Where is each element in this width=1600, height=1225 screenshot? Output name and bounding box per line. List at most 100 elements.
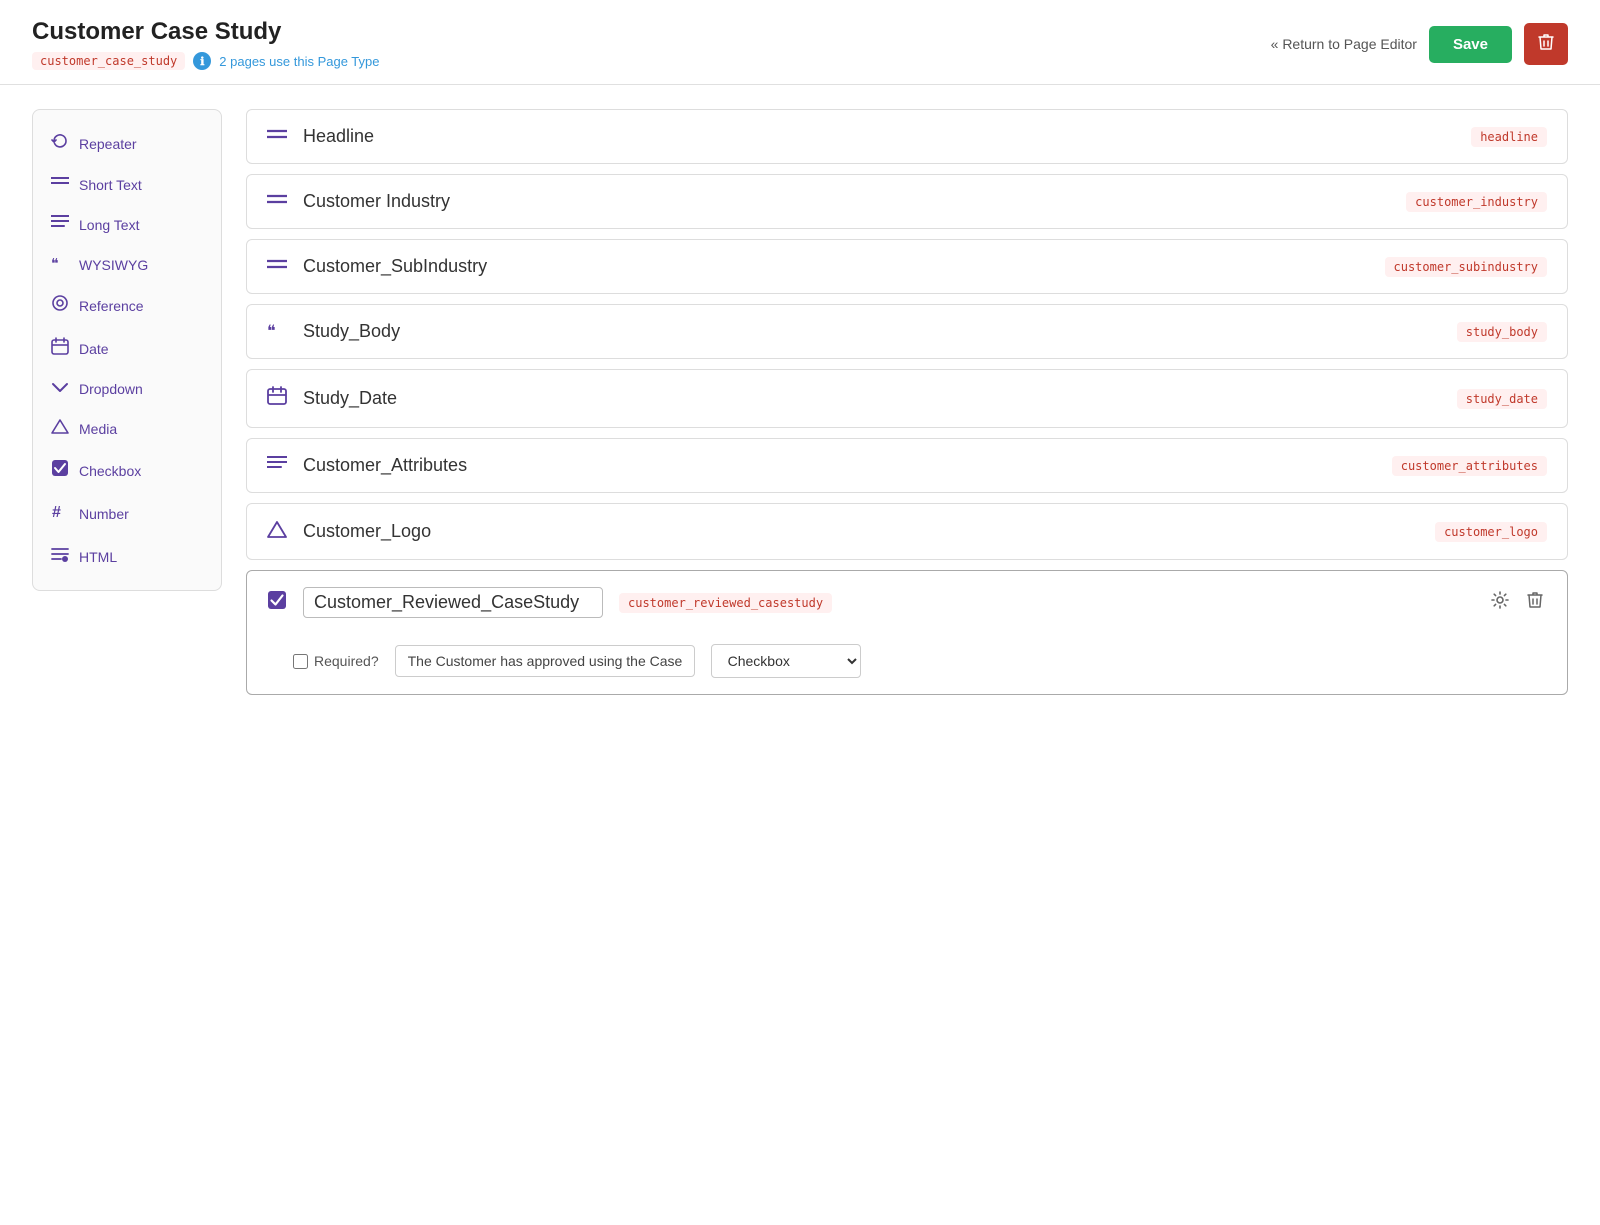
dropdown-icon (51, 381, 69, 393)
date-icon (51, 337, 69, 355)
top-bar-right: « Return to Page Editor Save (1271, 23, 1568, 65)
checkbox-icon (51, 459, 69, 482)
wysiwyg-field-icon: ❝ (267, 321, 287, 337)
date-icon (51, 337, 69, 360)
short-text-icon (51, 175, 69, 194)
field-top-actions (1487, 587, 1547, 618)
expanded-field-slug: customer_reviewed_casestudy (619, 593, 832, 613)
short-text-icon (51, 175, 69, 189)
svg-text:❝: ❝ (267, 323, 276, 337)
sidebar-item-label: Number (79, 506, 129, 522)
number-icon: # (51, 502, 69, 520)
field-name-customer-logo: Customer_Logo (303, 521, 1419, 542)
field-row-study-date: Study_Date study_date (246, 369, 1568, 428)
short-text-field-icon (267, 193, 287, 207)
html-icon (51, 545, 69, 563)
required-checkbox[interactable] (293, 654, 308, 669)
sidebar-item-label: HTML (79, 549, 117, 565)
slug-badge: customer_case_study (32, 52, 185, 70)
top-bar-left: Customer Case Study customer_case_study … (32, 18, 380, 70)
sidebar-item-short-text[interactable]: Short Text (33, 165, 221, 204)
field-slug-customer-attributes: customer_attributes (1392, 456, 1547, 476)
sidebar-item-label: Long Text (79, 217, 139, 233)
trash-icon (1538, 33, 1554, 51)
field-row-customer-attributes: Customer_Attributes customer_attributes (246, 438, 1568, 493)
media-icon (51, 418, 69, 439)
short-text-field-icon (267, 258, 287, 272)
field-name-headline: Headline (303, 126, 1455, 147)
required-label[interactable]: Required? (293, 653, 379, 669)
sidebar-item-label: Date (79, 341, 109, 357)
wysiwyg-icon: ❝ (51, 255, 69, 269)
sidebar-item-label: Reference (79, 298, 144, 314)
field-description-input[interactable] (395, 645, 695, 677)
field-slug-customer-industry: customer_industry (1406, 192, 1547, 212)
svg-text:❝: ❝ (51, 257, 59, 269)
long-text-field-icon (267, 455, 287, 471)
field-name-study-body: Study_Body (303, 321, 1441, 342)
sidebar-item-reference[interactable]: Reference (33, 284, 221, 327)
field-row-customer-subindustry: Customer_SubIndustry customer_subindustr… (246, 239, 1568, 294)
field-name-customer-industry: Customer Industry (303, 191, 1390, 212)
field-icon-customer-attributes (267, 455, 287, 476)
wysiwyg-icon: ❝ (51, 255, 69, 274)
field-slug-customer-logo: customer_logo (1435, 522, 1547, 542)
expanded-field-top: customer_reviewed_casestudy (247, 571, 1567, 634)
field-slug-study-body: study_body (1457, 322, 1547, 342)
repeater-icon (51, 132, 69, 155)
field-slug-customer-subindustry: customer_subindustry (1385, 257, 1548, 277)
checkbox-icon (51, 459, 69, 477)
field-icon-customer-subindustry (267, 256, 287, 277)
delete-button[interactable] (1524, 23, 1568, 65)
media-field-icon (267, 520, 287, 538)
html-icon (51, 545, 69, 568)
long-text-icon (51, 214, 69, 230)
reference-icon (51, 294, 69, 312)
field-row-study-body: ❝ Study_Body study_body (246, 304, 1568, 359)
main-layout: Repeater Short Text Long Text ❝ WYSIWYG … (0, 85, 1600, 729)
field-settings-button[interactable] (1487, 587, 1513, 618)
field-delete-button[interactable] (1523, 587, 1547, 618)
save-button[interactable]: Save (1429, 26, 1512, 63)
field-name-customer-attributes: Customer_Attributes (303, 455, 1376, 476)
return-link[interactable]: « Return to Page Editor (1271, 36, 1417, 52)
sidebar-item-date[interactable]: Date (33, 327, 221, 370)
sidebar-item-html[interactable]: HTML (33, 535, 221, 578)
field-row-customer-logo: Customer_Logo customer_logo (246, 503, 1568, 560)
svg-text:#: # (52, 504, 61, 520)
field-name-study-date: Study_Date (303, 388, 1441, 409)
reference-icon (51, 294, 69, 317)
pages-text: 2 pages use this Page Type (219, 54, 379, 69)
sidebar-item-media[interactable]: Media (33, 408, 221, 449)
info-icon[interactable]: ℹ (193, 52, 211, 70)
field-icon-study-body: ❝ (267, 321, 287, 342)
trash-field-icon (1527, 591, 1543, 609)
sidebar-item-repeater[interactable]: Repeater (33, 122, 221, 165)
top-bar: Customer Case Study customer_case_study … (0, 0, 1600, 85)
top-bar-meta: customer_case_study ℹ 2 pages use this P… (32, 52, 380, 70)
sidebar-item-checkbox[interactable]: Checkbox (33, 449, 221, 492)
sidebar-item-label: Media (79, 421, 117, 437)
expanded-field-icon (267, 590, 287, 615)
media-icon (51, 418, 69, 434)
field-type-select[interactable]: Short TextLong TextWYSIWYGCheckboxDateDr… (711, 644, 861, 678)
sidebar-item-label: Repeater (79, 136, 137, 152)
sidebar-item-label: Short Text (79, 177, 142, 193)
field-icon-customer-logo (267, 520, 287, 543)
field-name-input[interactable] (303, 587, 603, 618)
field-slug-study-date: study_date (1457, 389, 1547, 409)
expanded-field-row: customer_reviewed_casestudy Required? Sh… (246, 570, 1568, 695)
sidebar-item-number[interactable]: # Number (33, 492, 221, 535)
page-title: Customer Case Study (32, 18, 380, 46)
field-row-headline: Headline headline (246, 109, 1568, 164)
sidebar-item-label: WYSIWYG (79, 257, 148, 273)
sidebar-item-dropdown[interactable]: Dropdown (33, 370, 221, 408)
long-text-icon (51, 214, 69, 235)
field-options: Required? Short TextLong TextWYSIWYGChec… (247, 634, 1567, 694)
sidebar-item-long-text[interactable]: Long Text (33, 204, 221, 245)
number-icon: # (51, 502, 69, 525)
required-text: Required? (314, 653, 379, 669)
field-row-customer-industry: Customer Industry customer_industry (246, 174, 1568, 229)
sidebar-item-wysiwyg[interactable]: ❝ WYSIWYG (33, 245, 221, 284)
repeater-icon (51, 132, 69, 150)
